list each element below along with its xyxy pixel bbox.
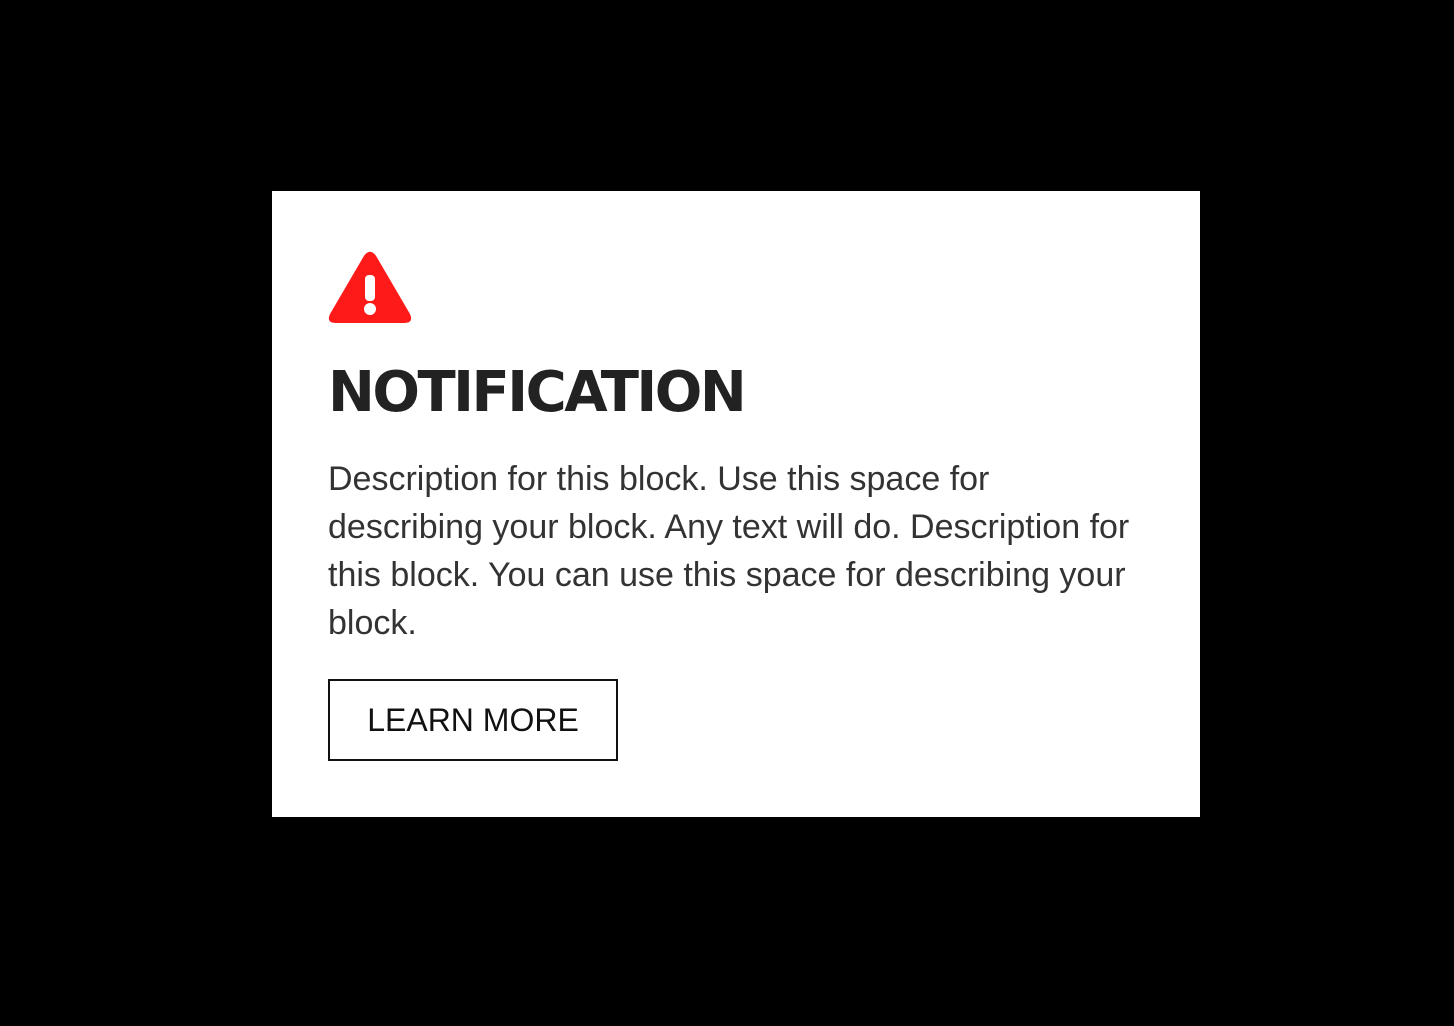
notification-description: Description for this block. Use this spa… xyxy=(328,460,1130,642)
learn-more-button[interactable]: LEARN MORE xyxy=(328,679,618,761)
notification-title: NOTIFICATION xyxy=(328,360,747,425)
warning-triangle-icon xyxy=(328,251,412,323)
notification-card: NOTIFICATION Description for this block.… xyxy=(272,191,1200,817)
